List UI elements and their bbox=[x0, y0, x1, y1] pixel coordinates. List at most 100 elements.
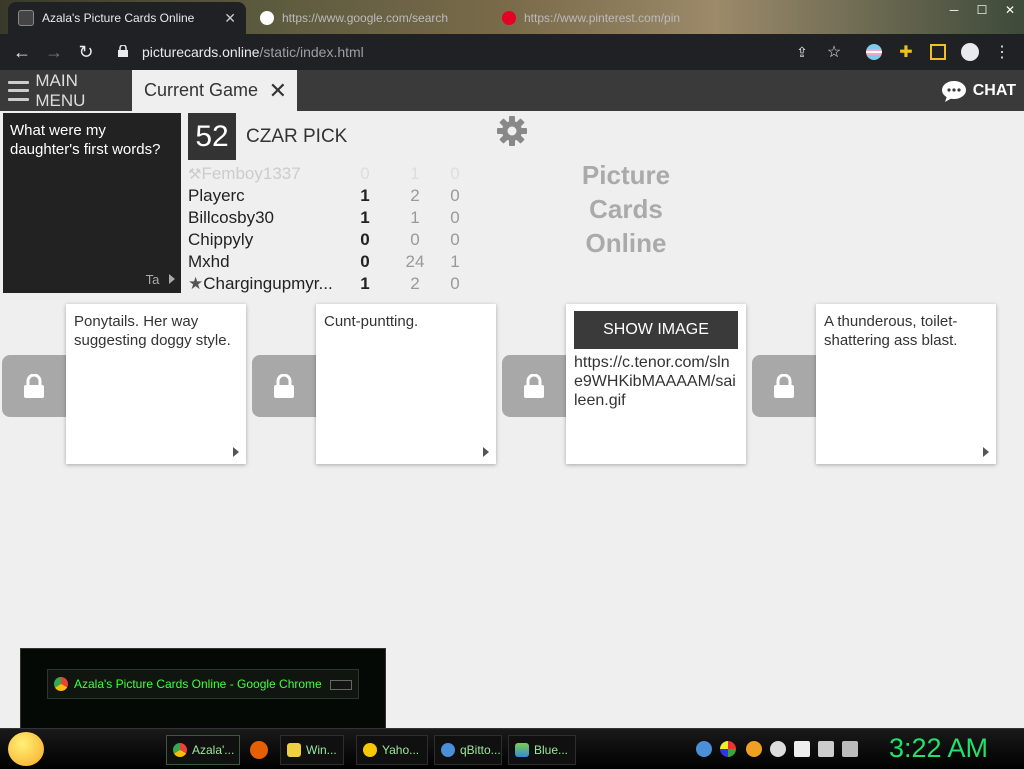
url-host: picturecards.online bbox=[142, 44, 260, 60]
preview-window-item[interactable]: Azala's Picture Cards Online - Google Ch… bbox=[47, 669, 359, 699]
answer-card[interactable]: Cunt-puntting. bbox=[316, 304, 496, 464]
tray-qbittorrent-icon[interactable] bbox=[696, 741, 712, 757]
tab-current-game[interactable]: Current Game ✕ bbox=[132, 70, 297, 111]
player-points: 0 bbox=[360, 230, 370, 249]
star-icon: ★ bbox=[188, 274, 204, 293]
flag-extension-icon[interactable] bbox=[864, 42, 884, 62]
browser-tab-pinterest[interactable]: https://www.pinterest.com/pin bbox=[492, 2, 692, 34]
taskbar-clock[interactable]: 3:22 AM bbox=[889, 733, 988, 764]
answer-text: Ponytails. Her way suggesting doggy styl… bbox=[74, 313, 231, 349]
taskbar: Azala'... Win... Yaho... qBitto... Blue.… bbox=[0, 728, 1024, 769]
player-stat: 0 bbox=[450, 230, 460, 249]
share-icon[interactable]: ⇪ bbox=[792, 42, 812, 62]
sidepanel-icon[interactable] bbox=[928, 42, 948, 62]
answer-card[interactable]: Ponytails. Her way suggesting doggy styl… bbox=[66, 304, 246, 464]
back-icon[interactable]: ← bbox=[12, 42, 32, 62]
answer-card[interactable]: A thunderous, toilet-shattering ass blas… bbox=[816, 304, 996, 464]
taskbar-item-chrome[interactable]: Azala'... bbox=[166, 735, 240, 765]
player-row: Mxhd 0 24 1 bbox=[188, 252, 468, 274]
preview-close-icon[interactable] bbox=[330, 680, 352, 690]
close-tab-icon[interactable]: ✕ bbox=[218, 10, 236, 27]
round-score: 52 bbox=[188, 113, 236, 160]
browser-tab-google[interactable]: https://www.google.com/search bbox=[250, 2, 490, 34]
chat-button[interactable]: CHAT bbox=[941, 70, 1016, 111]
maximize-icon[interactable]: ☐ bbox=[968, 0, 996, 22]
answer-card-image[interactable]: SHOW IMAGE https://c.tenor.com/slne9WHKi… bbox=[566, 304, 746, 464]
player-stat: 0 bbox=[410, 230, 420, 249]
browser-toolbar: ← → ↻ picturecards.online/static/index.h… bbox=[0, 34, 1024, 70]
padlock-icon bbox=[274, 374, 294, 398]
taskbar-item-windows[interactable]: Win... bbox=[280, 735, 344, 765]
url-path: /static/index.html bbox=[259, 44, 364, 60]
taskbar-item-label: qBitto... bbox=[460, 743, 501, 757]
address-bar[interactable]: picturecards.online/static/index.html bbox=[106, 38, 856, 66]
minimize-icon[interactable]: ─ bbox=[940, 0, 968, 22]
tray-network-icon[interactable] bbox=[720, 741, 736, 757]
bookmark-star-icon[interactable]: ☆ bbox=[824, 42, 844, 62]
player-points: 0 bbox=[360, 252, 370, 271]
extensions-puzzle-icon[interactable]: ✚ bbox=[896, 42, 916, 62]
player-points: 1 bbox=[360, 274, 370, 293]
player-name: Mxhd bbox=[188, 252, 230, 271]
window-close-icon[interactable]: ✕ bbox=[996, 0, 1024, 22]
question-text: What were my daughter's first words? bbox=[10, 122, 161, 158]
tray-status-icon[interactable] bbox=[770, 741, 786, 757]
taskbar-preview-popup: Azala's Picture Cards Online - Google Ch… bbox=[20, 648, 386, 730]
pinterest-favicon-icon bbox=[502, 11, 516, 25]
player-name: Femboy1337 bbox=[201, 164, 301, 183]
site-logo: Picture Cards Online bbox=[581, 160, 671, 258]
tray-display-icon[interactable] bbox=[818, 741, 834, 757]
tray-search-icon[interactable] bbox=[746, 741, 762, 757]
player-stat: 1 bbox=[410, 208, 420, 227]
bluestacks-icon bbox=[515, 743, 529, 757]
window-controls: ─ ☐ ✕ bbox=[940, 0, 1024, 22]
question-card-footer[interactable]: Ta bbox=[146, 270, 175, 289]
card-lock[interactable] bbox=[2, 355, 66, 417]
browser-tab-title: https://www.pinterest.com/pin bbox=[524, 11, 681, 25]
start-smiley-icon[interactable] bbox=[8, 732, 44, 766]
expand-arrow-icon[interactable] bbox=[983, 447, 989, 457]
browser-tab-picturecards[interactable]: Azala's Picture Cards Online ✕ bbox=[8, 2, 246, 34]
taskbar-item-qbittorrent[interactable]: qBitto... bbox=[434, 735, 502, 765]
player-row: Playerc 1 2 0 bbox=[188, 186, 468, 208]
expand-arrow-icon[interactable] bbox=[483, 447, 489, 457]
player-points: 1 bbox=[360, 186, 370, 205]
player-stat: 1 bbox=[450, 252, 460, 271]
player-stat: 2 bbox=[410, 186, 420, 205]
taskbar-item-bluestacks[interactable]: Blue... bbox=[508, 735, 576, 765]
expand-arrow-icon[interactable] bbox=[233, 447, 239, 457]
player-points: 1 bbox=[360, 208, 370, 227]
chrome-icon bbox=[173, 743, 187, 757]
player-row: ⚒Femboy1337 0 1 0 bbox=[188, 164, 468, 186]
card-lock[interactable] bbox=[752, 355, 816, 417]
taskbar-item-label: Blue... bbox=[534, 743, 569, 757]
close-icon[interactable]: ✕ bbox=[269, 78, 287, 104]
chat-bubble-icon bbox=[941, 80, 966, 102]
player-stat: 0 bbox=[450, 208, 460, 227]
answer-text: A thunderous, toilet-shattering ass blas… bbox=[824, 313, 958, 349]
padlock-icon bbox=[24, 374, 44, 398]
lock-icon bbox=[118, 45, 128, 57]
preview-title: Azala's Picture Cards Online - Google Ch… bbox=[74, 677, 322, 691]
tray-flag-icon[interactable] bbox=[794, 741, 810, 757]
forward-icon[interactable]: → bbox=[44, 42, 64, 62]
show-image-button[interactable]: SHOW IMAGE bbox=[574, 311, 738, 349]
settings-gear-icon[interactable] bbox=[496, 115, 528, 147]
main-menu-label: MAIN MENU bbox=[35, 70, 86, 110]
player-name: Chippyly bbox=[188, 230, 254, 249]
card-lock[interactable] bbox=[502, 355, 566, 417]
kebab-menu-icon[interactable]: ⋮ bbox=[992, 42, 1012, 62]
firefox-icon[interactable] bbox=[250, 741, 268, 759]
taskbar-item-yahoo[interactable]: Yaho... bbox=[356, 735, 428, 765]
card-lock[interactable] bbox=[252, 355, 316, 417]
reload-icon[interactable]: ↻ bbox=[76, 42, 96, 62]
profile-avatar-icon[interactable] bbox=[960, 42, 980, 62]
player-name: Billcosby30 bbox=[188, 208, 274, 227]
player-row: ★Chargingupmyr... 1 2 0 bbox=[188, 274, 468, 296]
volume-icon[interactable] bbox=[842, 741, 858, 757]
taskbar-item-label: Azala'... bbox=[192, 743, 235, 757]
main-menu-button[interactable]: MAIN MENU bbox=[0, 70, 130, 111]
player-stat: 0 bbox=[450, 186, 460, 205]
chrome-icon bbox=[54, 677, 68, 691]
round-phase: CZAR PICK bbox=[246, 126, 348, 147]
